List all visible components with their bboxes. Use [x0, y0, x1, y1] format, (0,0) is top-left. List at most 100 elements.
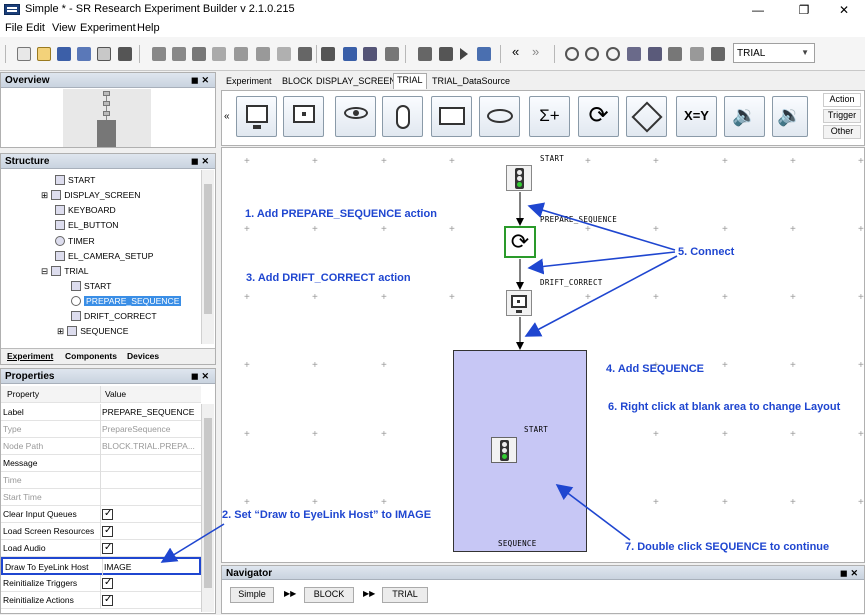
tab-other[interactable]: Other: [823, 125, 861, 139]
menu-file[interactable]: File: [5, 22, 23, 34]
sequence-node[interactable]: START SEQUENCE: [453, 350, 587, 552]
check-icon[interactable]: [321, 47, 335, 61]
maximize-button[interactable]: ❐: [783, 0, 825, 20]
settings-icon[interactable]: [711, 47, 725, 61]
tree-item-sequence[interactable]: ⊞ SEQUENCE: [57, 326, 128, 337]
tab-trial[interactable]: TRIAL: [393, 73, 427, 89]
fit-icon[interactable]: [627, 47, 641, 61]
forward-icon[interactable]: »: [532, 44, 546, 59]
tree-item-prepare-sequence[interactable]: PREPARE_SEQUENCE: [71, 296, 182, 306]
structure-scrollbar[interactable]: [201, 170, 214, 344]
drift-correct-action-icon[interactable]: [283, 96, 324, 137]
build-icon[interactable]: [343, 47, 357, 61]
x-equals-y-action-icon[interactable]: X=Y: [676, 96, 717, 137]
test-run-icon[interactable]: [363, 47, 377, 61]
zoom-icon[interactable]: [565, 47, 579, 61]
overview-thumbnail[interactable]: [63, 89, 151, 147]
menu-experiment[interactable]: Experiment: [80, 22, 136, 34]
deploy-icon[interactable]: [118, 47, 132, 61]
menu-help[interactable]: Help: [137, 22, 160, 34]
grid-icon[interactable]: [648, 47, 662, 61]
find-icon[interactable]: [298, 47, 312, 61]
panel-buttons[interactable]: ◼✕: [191, 371, 212, 382]
debug-icon[interactable]: [477, 47, 491, 61]
prop-row-message[interactable]: Message: [1, 455, 201, 472]
prop-row-reinitialize-triggers[interactable]: Reinitialize Triggers: [1, 575, 201, 592]
link-icon[interactable]: [418, 47, 432, 61]
panel-buttons[interactable]: ◼✕: [191, 156, 212, 167]
tab-devices[interactable]: Devices: [127, 351, 159, 361]
back-icon[interactable]: «: [512, 44, 526, 59]
open-folder-icon[interactable]: [37, 47, 51, 61]
menu-edit[interactable]: Edit: [26, 22, 45, 34]
clear-input-queues-checkbox[interactable]: [102, 509, 113, 520]
menu-view[interactable]: View: [52, 22, 76, 34]
tab-experiment-graph[interactable]: Experiment: [223, 75, 275, 87]
minimize-button[interactable]: —: [737, 0, 779, 20]
tree-item-trial-start[interactable]: START: [71, 281, 111, 291]
tab-trial-datasource[interactable]: TRIAL_DataSource: [429, 75, 513, 87]
tab-block[interactable]: BLOCK: [279, 75, 316, 87]
load-screen-resources-checkbox[interactable]: [102, 526, 113, 537]
conditional-action-icon[interactable]: [626, 96, 667, 137]
package-icon[interactable]: [97, 47, 111, 61]
camera-setup-action-icon[interactable]: [335, 96, 376, 137]
tree-item-el-button[interactable]: EL_BUTTON: [55, 220, 118, 230]
palette-scroll-left[interactable]: «: [224, 111, 230, 122]
stop-icon[interactable]: [439, 47, 453, 61]
send-message-action-icon[interactable]: [431, 96, 472, 137]
tab-display-screen[interactable]: DISPLAY_SCREEN: [313, 75, 399, 87]
prepare-sequence-node[interactable]: ⟳: [504, 226, 536, 258]
graph-selector-dropdown[interactable]: TRIAL ▼: [733, 43, 815, 63]
layout-icon[interactable]: [668, 47, 682, 61]
sound-mouse-action-icon[interactable]: [382, 96, 423, 137]
tree-item-trial[interactable]: ⊟ TRIAL: [41, 266, 89, 277]
cut-icon[interactable]: [192, 47, 206, 61]
new-file-icon[interactable]: [17, 47, 31, 61]
sound-control-action-icon[interactable]: 🔉: [772, 96, 808, 137]
tab-experiment[interactable]: Experiment: [7, 351, 53, 361]
redo-icon[interactable]: [172, 47, 186, 61]
close-button[interactable]: ✕: [823, 0, 865, 20]
undo-icon[interactable]: [152, 47, 166, 61]
zoom-out-icon[interactable]: [606, 47, 620, 61]
tree-item-timer[interactable]: TIMER: [55, 236, 95, 246]
properties-scrollbar[interactable]: [201, 404, 214, 612]
start-node[interactable]: [506, 165, 532, 191]
prop-row-draw-to-eyelink-host[interactable]: Draw To EyeLink Host IMAGE: [1, 557, 201, 576]
tree-item-start[interactable]: START: [55, 175, 95, 185]
delete-icon[interactable]: [277, 47, 291, 61]
nav-crumb-trial[interactable]: TRIAL: [382, 587, 428, 603]
play-sound-action-icon[interactable]: 🔉: [724, 96, 765, 137]
sequence-start-node[interactable]: [491, 437, 517, 463]
display-screen-action-icon[interactable]: [236, 96, 277, 137]
load-audio-checkbox[interactable]: [102, 543, 113, 554]
paste-icon[interactable]: [234, 47, 248, 61]
tab-action[interactable]: Action: [823, 93, 861, 107]
prop-row-load-screen-resources[interactable]: Load Screen Resources: [1, 523, 201, 540]
nav-crumb-block[interactable]: BLOCK: [304, 587, 354, 603]
panel-buttons[interactable]: ◼✕: [191, 75, 212, 86]
prop-row-clear-input-queues[interactable]: Clear Input Queues: [1, 506, 201, 523]
tree-item-display-screen[interactable]: ⊞ DISPLAY_SCREEN: [41, 190, 140, 201]
end-recording-action-icon[interactable]: [479, 96, 520, 137]
zoom-in-icon[interactable]: [585, 47, 599, 61]
draw-to-host-value[interactable]: IMAGE: [104, 562, 200, 572]
paste-special-icon[interactable]: [256, 47, 270, 61]
tab-components[interactable]: Components: [65, 351, 117, 361]
prepare-sequence-action-icon[interactable]: ⟳: [578, 96, 619, 137]
update-attribute-action-icon[interactable]: Σ+: [529, 96, 570, 137]
reinitialize-triggers-checkbox[interactable]: [102, 578, 113, 589]
export-icon[interactable]: [690, 47, 704, 61]
clean-icon[interactable]: [385, 47, 399, 61]
nav-crumb-simple[interactable]: Simple: [230, 587, 274, 603]
copy-icon[interactable]: [212, 47, 226, 61]
tree-item-drift-correct[interactable]: DRIFT_CORRECT: [71, 311, 157, 321]
prop-row-label[interactable]: Label PREPARE_SEQUENCE: [1, 404, 201, 421]
reinitialize-actions-checkbox[interactable]: [102, 595, 113, 606]
prop-row-load-audio[interactable]: Load Audio: [1, 540, 201, 557]
panel-buttons[interactable]: ◼✕: [840, 568, 861, 579]
tree-item-el-camera-setup[interactable]: EL_CAMERA_SETUP: [55, 251, 154, 261]
run-icon[interactable]: [460, 48, 468, 60]
drift-correct-node[interactable]: [506, 290, 532, 316]
